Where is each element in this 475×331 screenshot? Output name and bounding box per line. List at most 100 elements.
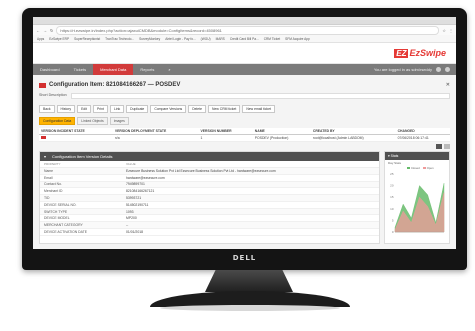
stats-header[interactable]: ▾ Stats: [385, 152, 449, 160]
chevron-down-icon[interactable]: ▾: [44, 154, 46, 159]
bookmark-item[interactable]: SurveyMonkey: [139, 37, 160, 41]
user-area: You are logged in as sdm\rseddy: [374, 64, 456, 75]
delete-button[interactable]: Delete: [188, 105, 207, 113]
tab-images[interactable]: Images: [109, 117, 129, 125]
version-details-panel: ▾ Configuration Item Version Details PRO…: [39, 151, 380, 244]
address-bar-row: ← → ↻ https://rt.ezswipe.in/index.php?ac…: [33, 25, 456, 35]
forward-arrow-icon[interactable]: →: [43, 28, 47, 33]
search-icon[interactable]: ⌕: [161, 64, 177, 75]
value-cell: 821084166267121: [126, 189, 155, 194]
print-button[interactable]: Print: [92, 105, 108, 113]
bookmark-item[interactable]: CRM Ticket: [264, 37, 280, 41]
value-cell: 7949899701: [126, 182, 145, 187]
y-tick-label: 20: [390, 184, 394, 188]
nav-dashboard[interactable]: Dashboard: [33, 64, 67, 75]
details-row: Name Ezsecure Business Solution Pvt Ltd E…: [40, 168, 379, 175]
details-row: TID 53993721: [40, 195, 379, 202]
bookmark-item[interactable]: Apps: [37, 37, 44, 41]
bookmark-item[interactable]: MARS: [216, 37, 225, 41]
sub-tabs: Configuration Data Linked Objects Images: [39, 117, 450, 125]
settings-icon[interactable]: [436, 67, 441, 72]
y-tick-label: 15: [390, 195, 394, 199]
col-value: VALUE: [126, 162, 136, 166]
property-cell: MERCHANT CATEGORY: [44, 223, 83, 228]
settings-icon[interactable]: [444, 144, 450, 149]
property-cell: Email: [44, 175, 53, 180]
monitor-bezel: ← → ↻ https://rt.ezswipe.in/index.php?ac…: [22, 8, 467, 270]
ci-class-icon: [39, 82, 46, 88]
property-cell: Merchant ID: [44, 189, 63, 194]
back-arrow-icon[interactable]: ←: [36, 28, 40, 33]
close-icon[interactable]: ✕: [446, 82, 450, 88]
monitor-brand: DELL: [232, 254, 257, 262]
new-crm-ticket-button[interactable]: New CRM ticket: [208, 105, 241, 113]
nav-merchant-data[interactable]: Merchant Data: [93, 64, 134, 75]
property-cell: Name: [44, 168, 54, 173]
nav-reports[interactable]: Reports: [133, 64, 161, 75]
bookmark-item[interactable]: (WGU): [201, 37, 211, 41]
details-row: DEVICE SERIAL NO. 514502190711: [40, 202, 379, 209]
history-button[interactable]: History: [56, 105, 76, 113]
property-cell: TID: [44, 196, 50, 201]
details-header: ▾ Configuration Item Version Details: [40, 152, 379, 161]
col-property: PROPERTY: [44, 162, 61, 166]
details-row: SWITCH TYPE 1093: [40, 208, 379, 216]
y-tick-label: 25: [390, 172, 394, 176]
changed-cell: 07/06/2018 06:17:41: [395, 134, 450, 142]
panel-tools: [39, 144, 450, 149]
details-title: Configuration Item Version Details: [52, 154, 113, 159]
duplicate-button[interactable]: Duplicate: [126, 105, 149, 113]
value-cell: 514502190711: [126, 202, 149, 207]
value-cell: Ezsecure Business Solution Pvt Ltd Ezsec…: [126, 168, 276, 173]
stand-shadow: [160, 305, 340, 311]
back-button[interactable]: Back: [39, 105, 55, 113]
app-logo[interactable]: EZ EzSwipe: [394, 48, 446, 58]
bookmark-item[interactable]: EzSwipe ERP: [49, 37, 69, 41]
monitor-stand-neck: [205, 270, 293, 292]
property-cell: DEVICE SERIAL NO.: [44, 202, 77, 207]
bookmark-item[interactable]: Credit Card Bill Pa...: [230, 37, 259, 41]
value-cell: MP200: [126, 216, 137, 221]
url-field[interactable]: https://rt.ezswipe.in/index.php?action=a…: [56, 25, 440, 35]
nav-tickets[interactable]: Tickets: [67, 64, 94, 75]
compare-versions-button[interactable]: Compare Versions: [150, 105, 187, 113]
version-number-cell: 1: [198, 134, 253, 142]
value-cell: 1093: [126, 209, 134, 214]
bookmark-item[interactable]: SFM Acquire App: [285, 37, 310, 41]
value-cell: 01/01/2018: [126, 229, 143, 234]
new-email-ticket-button[interactable]: New email ticket: [242, 105, 276, 113]
logout-icon[interactable]: [445, 67, 450, 72]
property-cell: SWITCH TYPE: [44, 209, 68, 214]
details-column-header: PROPERTY VALUE: [40, 161, 379, 168]
bookmark-item[interactable]: TranTrac Technolo...: [105, 37, 134, 41]
details-row: Email hardware@ezsecure.com: [40, 175, 379, 182]
tab-linked-objects[interactable]: Linked Objects: [77, 117, 108, 125]
content-area: Configuration Item: 821084166267 — POSDE…: [33, 75, 456, 247]
property-cell: DEVICE ACTIVATION DATE: [44, 229, 87, 234]
description-input[interactable]: [70, 93, 450, 99]
incident-state-cell: [39, 134, 113, 142]
bookmark-item[interactable]: SuperReceptionist: [74, 37, 100, 41]
edit-button[interactable]: Edit: [77, 105, 91, 113]
name-cell: POSDEV (Production): [252, 134, 311, 142]
deployment-state-cell: n/a: [112, 134, 199, 142]
star-icon[interactable]: ☆: [442, 28, 446, 33]
created-by-cell: root@localhost (Admin LABDOM): [310, 134, 396, 142]
tab-configuration-data[interactable]: Configuration Data: [39, 117, 76, 125]
details-rows: Name Ezsecure Business Solution Pvt Ltd E…: [40, 168, 379, 236]
details-row: MERCHANT CATEGORY --: [40, 222, 379, 230]
description-label: Short Description: [39, 93, 67, 97]
details-row: DEVICE ACTIVATION DATE 01/01/2018: [40, 229, 379, 236]
incident-state-swatch: [41, 136, 46, 139]
bookmark-item[interactable]: Airtel Login - Pay fo...: [165, 37, 195, 41]
description-row: Short Description: [39, 93, 450, 99]
reload-icon[interactable]: ↻: [50, 28, 53, 33]
collapse-icon[interactable]: [436, 144, 442, 149]
y-tick-label: 0: [392, 230, 394, 234]
details-row: DEVICE MODEL MP200: [40, 215, 379, 223]
version-info-table: VERSION INCIDENT STATE VERSION DEPLOYMEN…: [39, 128, 450, 142]
link-button[interactable]: Link: [109, 105, 125, 113]
lower-section: ▾ Configuration Item Version Details PRO…: [39, 151, 450, 244]
app-header: EZ EzSwipe: [33, 43, 456, 64]
menu-icon[interactable]: ⋮: [449, 28, 453, 33]
